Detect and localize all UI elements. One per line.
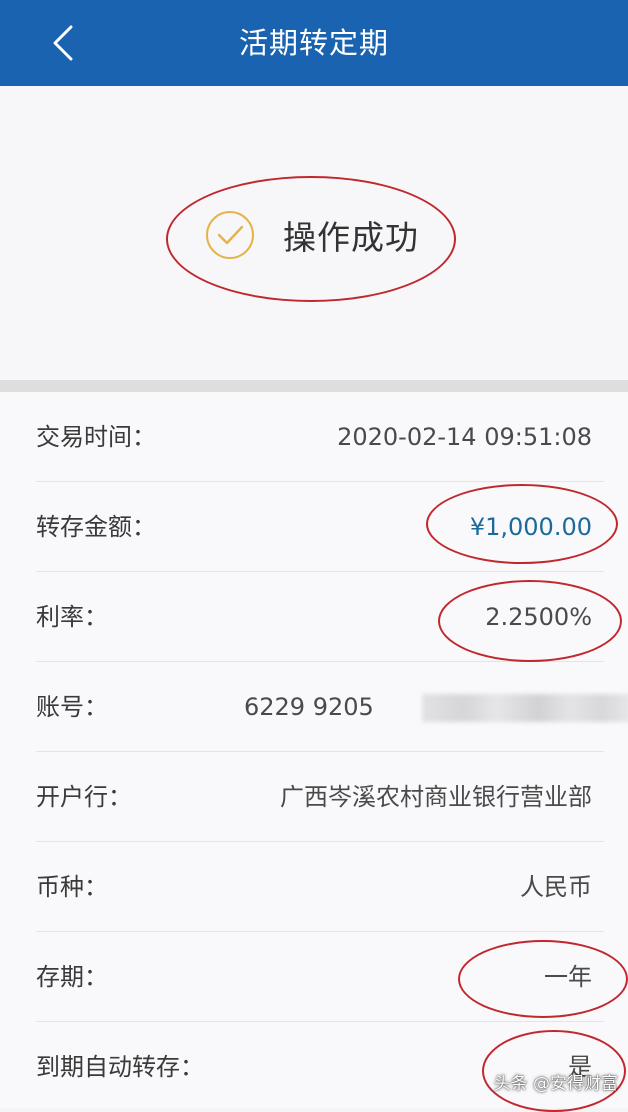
detail-row-bank: 开户行： 广西岑溪农村商业银行营业部: [36, 752, 604, 842]
detail-label: 到期自动转存：: [36, 1053, 204, 1081]
success-text: 操作成功: [283, 218, 419, 257]
detail-label: 转存金额：: [36, 513, 156, 541]
watermark: 头条 @安得财富: [493, 1074, 618, 1094]
detail-value: 一年: [544, 963, 592, 991]
detail-label: 利率：: [36, 603, 108, 631]
detail-value: 2.2500%: [485, 603, 592, 631]
detail-value: 人民币: [520, 873, 592, 901]
detail-row-account: 账号： 6229 9205: [36, 662, 628, 752]
success-section: 操作成功: [0, 86, 628, 380]
detail-label: 币种：: [36, 873, 108, 901]
detail-value: 2020-02-14 09:51:08: [337, 423, 592, 451]
detail-row-auto-renew: 到期自动转存： 是: [36, 1022, 604, 1112]
detail-value: ¥1,000.00: [469, 513, 592, 541]
check-circle-icon: [205, 210, 255, 260]
section-divider: [0, 380, 628, 392]
detail-label: 开户行：: [36, 783, 132, 811]
detail-row-term: 存期： 一年: [36, 932, 604, 1022]
detail-row-time: 交易时间： 2020-02-14 09:51:08: [36, 392, 604, 482]
account-redaction: [422, 694, 628, 722]
detail-value: 是: [568, 1053, 592, 1081]
account-number: 6229 9205: [244, 693, 374, 721]
detail-label: 账号：: [36, 693, 108, 721]
success-status: 操作成功: [205, 204, 419, 266]
detail-label: 存期：: [36, 963, 108, 991]
page-title: 活期转定期: [238, 26, 389, 60]
detail-row-currency: 币种： 人民币: [36, 842, 604, 932]
detail-row-rate: 利率： 2.2500%: [36, 572, 604, 662]
details-list: 交易时间： 2020-02-14 09:51:08 转存金额： ¥1,000.0…: [0, 392, 628, 1112]
detail-value: 广西岑溪农村商业银行营业部: [280, 783, 592, 811]
detail-label: 交易时间：: [36, 423, 156, 451]
nav-bar: 活期转定期: [0, 0, 628, 86]
detail-row-amount: 转存金额： ¥1,000.00: [36, 482, 604, 572]
